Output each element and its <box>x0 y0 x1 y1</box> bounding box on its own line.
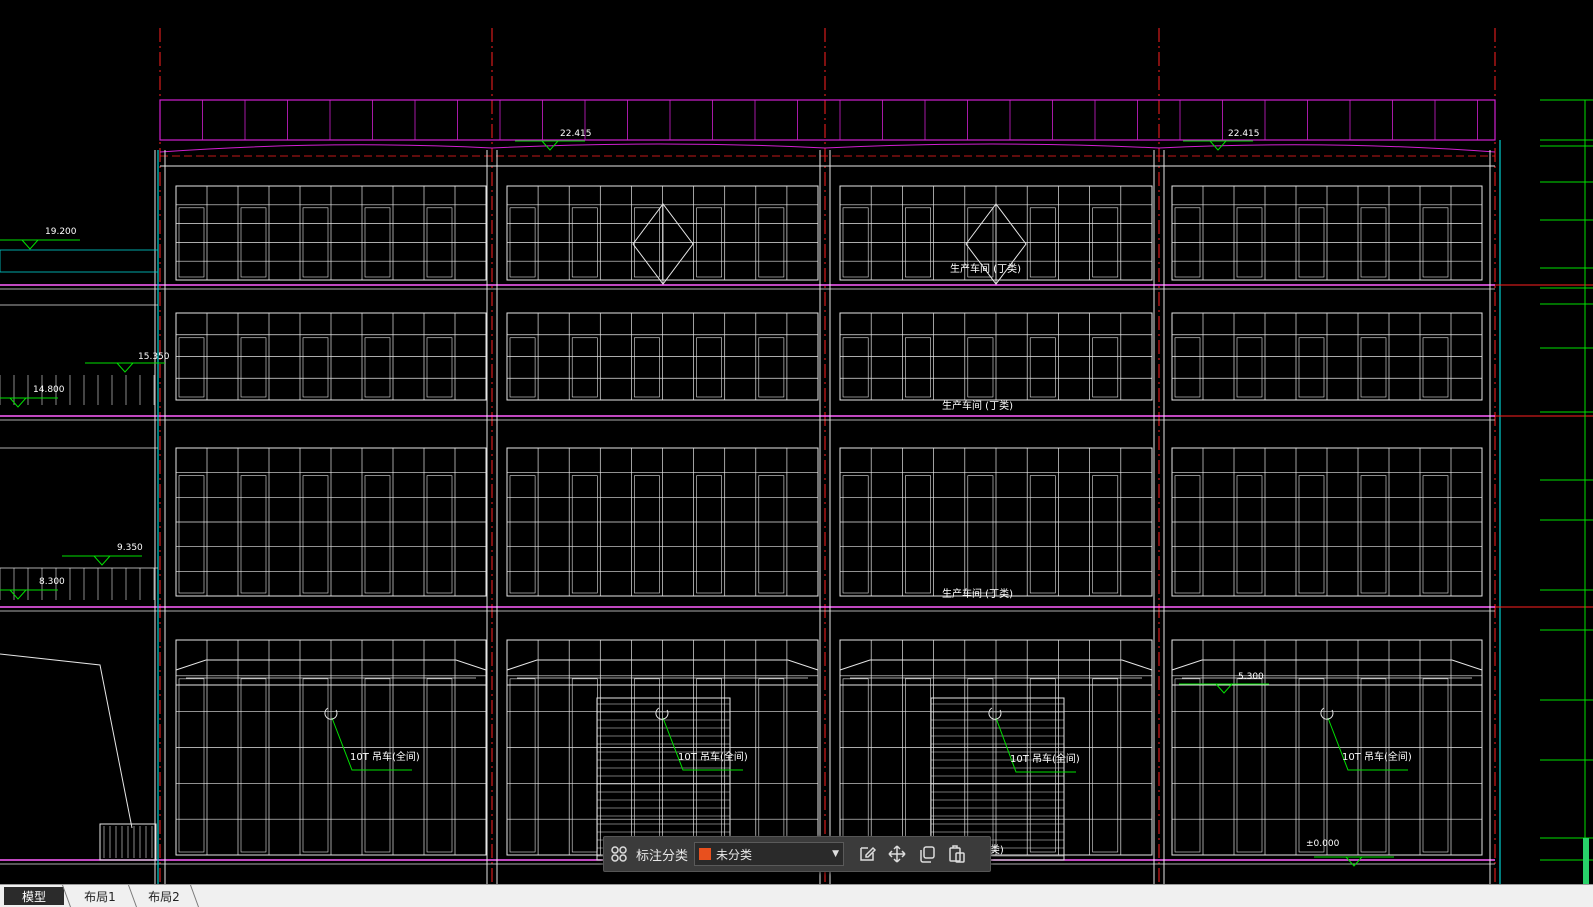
cad-drawing-canvas[interactable]: 生产车间 (丁类) 生产车间 (丁类) 生产车间 (丁类) (丁类) 10T 吊… <box>0 0 1593 884</box>
building-elevation <box>0 140 1501 884</box>
chevron-down-icon: ▼ <box>832 849 840 859</box>
crane-label-2: 10T 吊车(全间) <box>678 750 748 763</box>
category-dropdown[interactable]: 未分类 ▼ <box>694 842 845 866</box>
elev-left-mid4: 8.300 <box>39 577 65 587</box>
copy-icon[interactable] <box>912 839 942 869</box>
elev-right-low: 5.300 <box>1238 672 1264 682</box>
category-value: 未分类 <box>716 847 753 862</box>
crane-label-4: 10T 吊车(全间) <box>1342 750 1412 763</box>
tab-layout2[interactable]: 布局2 <box>134 887 194 905</box>
floor-label-3: 生产车间 (丁类) <box>942 587 1013 600</box>
crane-label-3: 10T 吊车(全间) <box>1010 752 1080 765</box>
annotation-toolbar: 标注分类 未分类 ▼ <box>603 836 991 872</box>
right-dimension-lines <box>1495 99 1593 880</box>
floor-label-2: 生产车间 (丁类) <box>942 399 1013 412</box>
floor-label-1: 生产车间 (丁类) <box>950 262 1021 275</box>
crane-label-1: 10T 吊车(全间) <box>350 750 420 763</box>
paste-icon[interactable] <box>942 839 972 869</box>
roof-parapet <box>159 99 1496 157</box>
category-color-swatch <box>699 848 712 860</box>
tab-layout1[interactable]: 布局1 <box>70 887 130 905</box>
elev-ground: ±0.000 <box>1306 839 1340 849</box>
elev-roof-left: 22.415 <box>560 129 592 139</box>
edit-icon[interactable] <box>852 839 882 869</box>
elev-left-mid2: 14.800 <box>33 385 65 395</box>
move-icon[interactable] <box>882 839 912 869</box>
tab-model[interactable]: 模型 <box>4 887 64 905</box>
vertical-scrollbar[interactable] <box>1583 838 1589 884</box>
elev-left-mid1: 15.350 <box>138 352 170 362</box>
elev-left-mid3: 9.350 <box>117 543 143 553</box>
layout-tab-bar: 模型 布局1 布局2 <box>0 884 1593 907</box>
annotation-category-label: 标注分类 <box>636 848 689 864</box>
elev-left-top: 19.200 <box>45 227 77 237</box>
grid-icon[interactable] <box>604 839 634 869</box>
elev-roof-right: 22.415 <box>1228 129 1260 139</box>
